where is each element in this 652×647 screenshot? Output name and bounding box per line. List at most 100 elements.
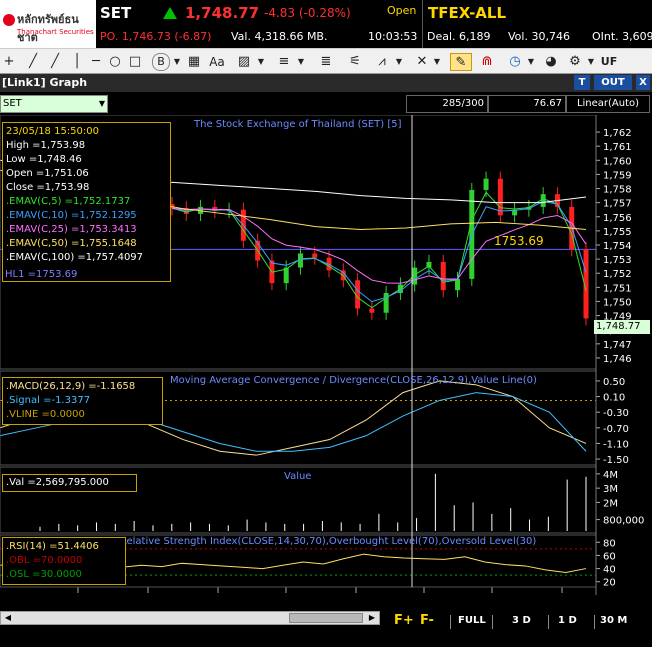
legend-val: .Val =2,569,795.000: [6, 477, 109, 488]
chevron-down-icon[interactable]: ▼: [586, 53, 596, 71]
divider: [492, 615, 493, 629]
y-tick-label: 80: [603, 538, 616, 549]
period-3d-button[interactable]: 3 D: [512, 615, 531, 626]
market-status: Open: [387, 4, 417, 17]
crosshair-icon[interactable]: +: [2, 53, 16, 71]
scroll-thumb[interactable]: [289, 613, 363, 623]
legend-ema5: .EMAV(C,5) =1,752.1737: [6, 196, 131, 207]
delete-icon[interactable]: ✕: [414, 53, 430, 71]
text-tool-button[interactable]: Aa: [208, 53, 226, 71]
palette-icon[interactable]: ◕: [542, 53, 560, 71]
macd-panel-title: Moving Average Convergence / Divergence(…: [170, 375, 537, 386]
y-tick-label: 4M: [603, 470, 618, 481]
wave-tool-icon[interactable]: ⩘: [372, 53, 392, 71]
period-1d-button[interactable]: 1 D: [558, 615, 577, 626]
y-tick-label: 0.10: [603, 393, 625, 404]
close-button[interactable]: X: [636, 75, 650, 90]
y-tick-label: 40: [603, 565, 616, 576]
candle-body: [497, 178, 503, 216]
scroll-right-icon[interactable]: ▶: [365, 612, 379, 624]
header-divider: [422, 0, 423, 48]
legend-signal: .Signal =-1.3377: [6, 395, 91, 406]
out-button[interactable]: OUT: [594, 75, 632, 90]
period-30m-button[interactable]: 30 M: [600, 615, 627, 626]
legend-ema50: .EMAV(C,50) =1,755.1648: [6, 238, 137, 249]
scale-mode[interactable]: Linear(Auto): [566, 95, 650, 113]
y-tick-label: 1,758: [603, 185, 632, 196]
settings-icon[interactable]: ⚙: [566, 53, 584, 71]
uf-button[interactable]: UF: [600, 53, 618, 71]
logo-icon: [3, 14, 15, 26]
grid-icon[interactable]: ▦: [186, 53, 202, 71]
bold-button[interactable]: B: [152, 53, 170, 71]
legend-rsi: .RSI(14) =51.4406: [6, 541, 99, 552]
up-arrow-icon: [163, 7, 177, 19]
legend-low: Low =1,748.46: [6, 154, 82, 165]
macd-legend: .MACD(26,12,9) =-1.1658 .Signal =-1.3377…: [2, 377, 163, 425]
pencil-icon[interactable]: ✎: [450, 53, 472, 71]
y-tick-label: 2M: [603, 498, 618, 509]
hatch-icon[interactable]: ▨: [234, 53, 254, 71]
chevron-down-icon[interactable]: ▼: [394, 53, 404, 71]
fibonacci-icon[interactable]: ⚟: [346, 53, 364, 71]
y-tick-label: 800,000: [603, 516, 644, 527]
bar-count: 285/300: [406, 95, 488, 113]
legend-high: High =1,753.98: [6, 140, 86, 151]
clock-icon[interactable]: ◷: [506, 53, 524, 71]
y-tick-label: 0.50: [603, 377, 625, 388]
line-width-icon[interactable]: ≣: [318, 53, 334, 71]
quote-header: หลักทรัพย์ธนชาต Thanachart Securities SE…: [0, 0, 652, 48]
legend-ema10: .EMAV(C,10) =1,752.1295: [6, 210, 137, 221]
last-price: 1,748.77: [185, 4, 260, 22]
y-tick-label: 1,747: [603, 340, 632, 351]
legend-ema25: .EMAV(C,25) =1,753.3413: [6, 224, 137, 235]
chevron-down-icon[interactable]: ▼: [296, 53, 306, 71]
graph-title: [Link1] Graph: [2, 76, 88, 89]
chevron-down-icon[interactable]: ▼: [432, 53, 442, 71]
chevron-down-icon[interactable]: ▼: [172, 53, 182, 71]
symbol[interactable]: SET: [100, 4, 131, 22]
zoom-out-button[interactable]: F-: [420, 613, 434, 628]
y-tick-label: -0.70: [603, 424, 629, 435]
open-interest: OInt. 3,609,0: [592, 30, 652, 43]
broker-logo: หลักทรัพย์ธนชาต Thanachart Securities: [0, 0, 96, 48]
symbol-select-value: SET: [3, 98, 22, 109]
y-tick-label: 20: [603, 578, 616, 589]
price-change: -4.83 (-0.28%): [264, 6, 351, 20]
y-tick-label: -1.50: [603, 455, 629, 466]
horizontal-line-icon[interactable]: ─: [88, 53, 104, 71]
candle-body: [369, 308, 375, 313]
zoom-in-button[interactable]: F+: [394, 613, 414, 628]
symbol-select[interactable]: SET ▼: [0, 95, 108, 113]
divider: [594, 615, 595, 629]
price-legend: 23/05/18 15:50:00 High =1,753.98 Low =1,…: [2, 122, 171, 282]
line-style-icon[interactable]: ≡: [274, 53, 294, 71]
rsi-panel-title: Relative Strength Index(CLOSE,14,30,70),…: [120, 536, 537, 547]
chevron-down-icon[interactable]: ▼: [256, 53, 266, 71]
y-tick-label: 1,755: [603, 227, 632, 238]
line-tool-icon[interactable]: ╱: [26, 53, 40, 71]
t-button[interactable]: T: [574, 75, 590, 90]
logo-subtext: Thanachart Securities: [17, 28, 94, 36]
ray-tool-icon[interactable]: ╱: [48, 53, 62, 71]
rectangle-tool-icon[interactable]: □: [128, 53, 142, 71]
horizontal-scrollbar[interactable]: ◀ ▶: [0, 611, 380, 625]
legend-vline: .VLINE =0.0000: [6, 409, 85, 420]
y-tick-label: 1,751: [603, 283, 632, 294]
period-full-button[interactable]: FULL: [458, 615, 486, 626]
y-tick-label: 1,756: [603, 213, 632, 224]
last-price-marker: 1,748.77: [594, 320, 650, 334]
chevron-down-icon[interactable]: ▼: [526, 53, 536, 71]
legend-obl: .OBL =70.0000: [6, 555, 83, 566]
circle-tool-icon[interactable]: ○: [108, 53, 122, 71]
candle-body: [383, 293, 389, 313]
scroll-left-icon[interactable]: ◀: [1, 612, 15, 624]
deal-count: Deal. 6,189: [427, 30, 491, 43]
candle-body: [440, 261, 446, 291]
chart-area[interactable]: 1,762 1,761 1,760 1,759 1,758 1,757 1,756 1,755…: [0, 114, 652, 611]
vertical-line-icon[interactable]: │: [70, 53, 84, 71]
y-tick-label: 1,761: [603, 142, 632, 153]
y-tick-label: 1,752: [603, 269, 632, 280]
tfex-label[interactable]: TFEX-ALL: [428, 4, 506, 22]
magnet-icon[interactable]: ⋒: [476, 53, 498, 71]
